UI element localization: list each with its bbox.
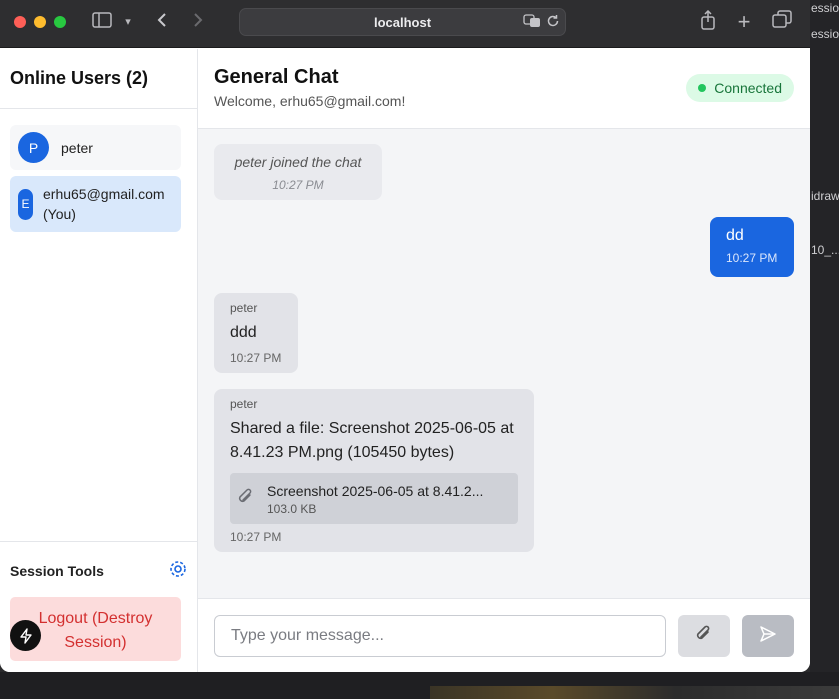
status-dot	[698, 84, 707, 92]
avatar: E	[18, 188, 33, 220]
message-time: 10:27 PM	[726, 251, 778, 265]
background-desktop: essio essio idraw 10_...	[810, 0, 839, 699]
user-name: erhu65@gmail.com (You)	[43, 184, 165, 224]
chevron-right-icon[interactable]	[188, 10, 208, 34]
sidebar-icon[interactable]	[90, 10, 114, 34]
desktop-text: essio	[811, 27, 839, 41]
message-sender: peter	[230, 301, 258, 315]
paperclip-icon	[695, 625, 713, 648]
desktop-text: idraw	[811, 189, 839, 203]
file-size: 103.0 KB	[267, 502, 317, 516]
chevron-left-icon[interactable]	[152, 10, 172, 34]
avatar: P	[18, 132, 49, 163]
message-text: ddd	[230, 324, 257, 341]
message-time: 10:27 PM	[230, 530, 282, 544]
translate-icon[interactable]	[523, 14, 541, 31]
file-attachment[interactable]: Screenshot 2025-06-05 at 8.41.2... 103.0…	[230, 473, 518, 524]
plus-icon[interactable]: +	[733, 10, 755, 34]
system-message: peter joined the chat 10:27 PM	[214, 144, 382, 200]
file-name: Screenshot 2025-06-05 at 8.41.2...	[267, 483, 484, 499]
status-text: Connected	[714, 80, 782, 96]
message-input[interactable]	[214, 615, 666, 657]
reload-icon[interactable]	[546, 14, 560, 31]
chat-header: General Chat Welcome, erhu65@gmail.com! …	[198, 49, 810, 129]
zoom-window-button[interactable]	[54, 16, 66, 28]
browser-window: ▾ localhost + Online Users (2) P peter E…	[0, 0, 810, 672]
bolt-icon[interactable]	[10, 620, 41, 651]
message-sender: peter	[230, 397, 258, 411]
background-dock-area	[0, 672, 839, 699]
user-item-current[interactable]: E erhu65@gmail.com (You)	[10, 176, 181, 232]
message-composer	[198, 598, 810, 672]
background-thumbnail	[430, 686, 839, 699]
url-text: localhost	[373, 15, 432, 30]
online-users-title: Online Users (2)	[10, 68, 149, 88]
message-time: 10:27 PM	[272, 178, 324, 192]
user-item-peter[interactable]: P peter	[10, 125, 181, 170]
attach-button[interactable]	[678, 615, 730, 657]
send-button[interactable]	[742, 615, 794, 657]
own-message: dd 10:27 PM	[710, 217, 794, 277]
users-sidebar: Online Users (2) P peter E erhu65@gmail.…	[0, 49, 198, 672]
message-text: dd	[726, 227, 744, 244]
session-tools-header: Session Tools	[10, 560, 187, 581]
desktop-text: essio	[811, 1, 839, 15]
status-badge: Connected	[686, 74, 794, 102]
message-text: peter joined the chat	[234, 154, 362, 170]
sidebar-header: Online Users (2)	[0, 49, 197, 109]
gear-icon[interactable]	[169, 560, 187, 581]
address-bar[interactable]: localhost	[239, 8, 566, 36]
paperclip-icon	[237, 487, 255, 512]
tabs-icon[interactable]	[770, 10, 794, 34]
session-tools-title: Session Tools	[10, 562, 104, 579]
user-list: P peter E erhu65@gmail.com (You)	[0, 109, 197, 232]
incoming-file-message: peter Shared a file: Screenshot 2025-06-…	[214, 389, 534, 552]
user-email: erhu65@gmail.com	[43, 186, 165, 202]
send-icon	[759, 625, 777, 647]
desktop-text: 10_...	[811, 243, 839, 257]
browser-toolbar: ▾ localhost +	[0, 0, 810, 48]
minimize-window-button[interactable]	[34, 16, 46, 28]
chat-panel: General Chat Welcome, erhu65@gmail.com! …	[198, 49, 810, 672]
you-label: (You)	[43, 206, 76, 222]
message-time: 10:27 PM	[230, 351, 282, 365]
message-text: Shared a file: Screenshot 2025-06-05 at …	[230, 420, 514, 461]
share-icon[interactable]	[697, 9, 719, 36]
chevron-down-icon[interactable]: ▾	[120, 10, 136, 34]
message-list: peter joined the chat 10:27 PM dd 10:27 …	[198, 129, 810, 598]
incoming-message: peter ddd 10:27 PM	[214, 293, 298, 373]
chat-app: Online Users (2) P peter E erhu65@gmail.…	[0, 49, 810, 672]
session-tools: Session Tools Logout (Destroy Session)	[0, 541, 197, 672]
close-window-button[interactable]	[14, 16, 26, 28]
user-name: peter	[61, 139, 93, 156]
